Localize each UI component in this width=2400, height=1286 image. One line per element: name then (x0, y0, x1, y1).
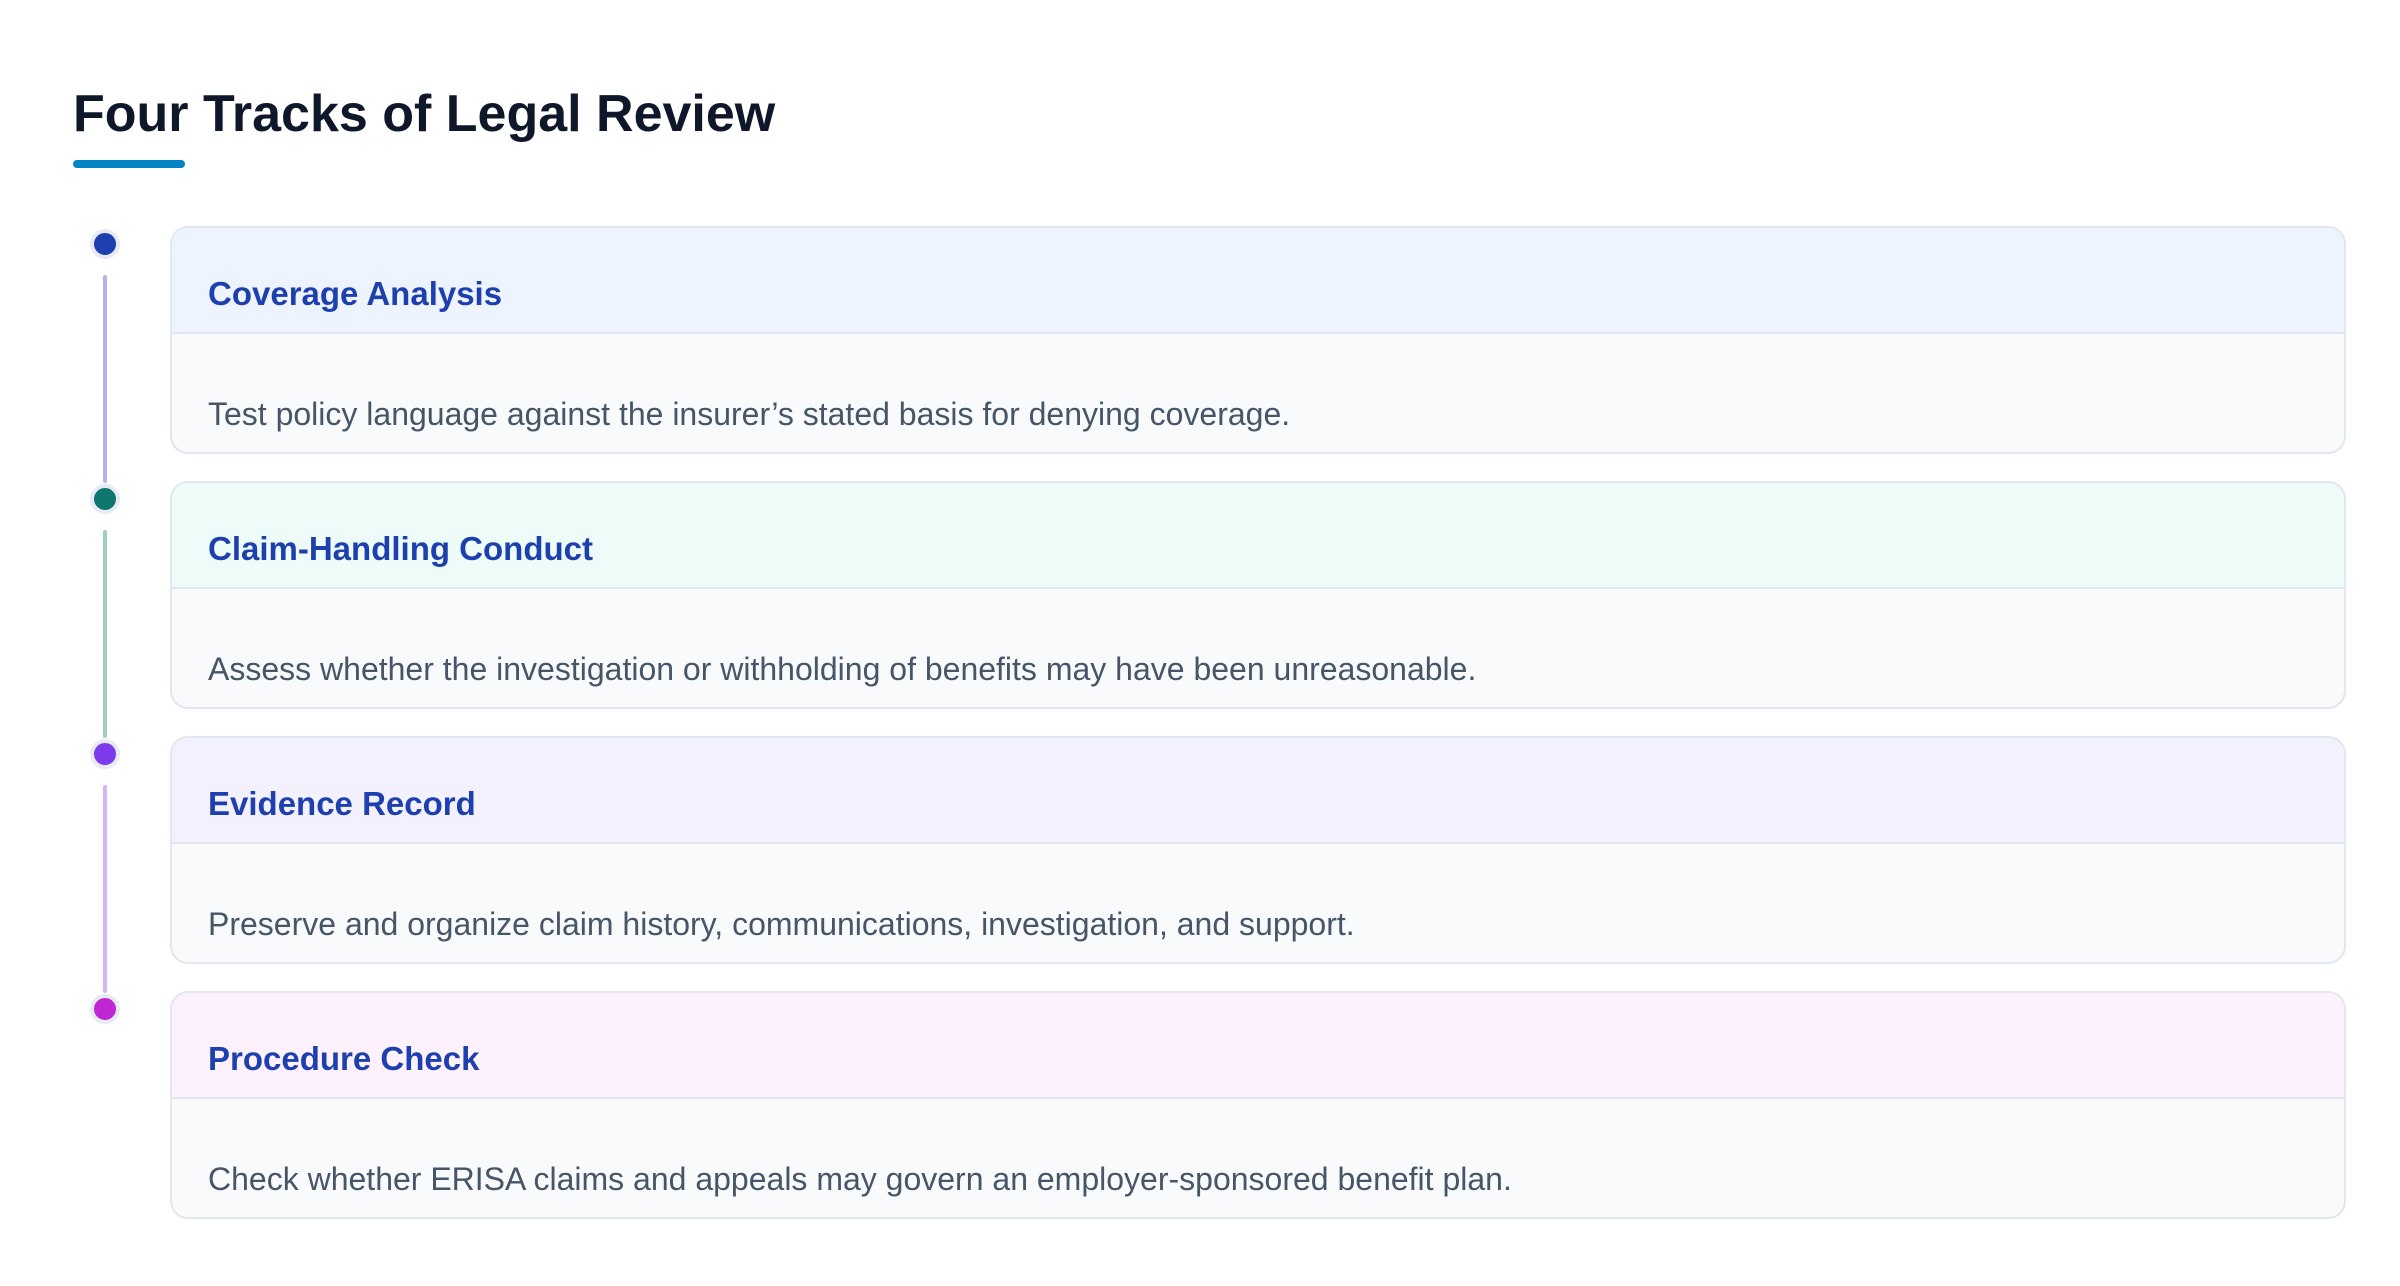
timeline-connector (103, 275, 107, 483)
track-card-evidence-record: Evidence Record Preserve and organize cl… (170, 736, 2346, 964)
timeline-dot-procedure-check (90, 994, 120, 1024)
timeline-connector (103, 530, 107, 738)
track-card-header: Claim-Handling Conduct (172, 483, 2344, 589)
track-card-header: Evidence Record (172, 738, 2344, 844)
track-title: Claim-Handling Conduct (208, 530, 593, 567)
timeline-dot-claim-handling-conduct (90, 484, 120, 514)
timeline-dot-coverage-analysis (90, 229, 120, 259)
track-description: Preserve and organize claim history, com… (208, 906, 1355, 942)
track-card-procedure-check: Procedure Check Check whether ERISA clai… (170, 991, 2346, 1219)
track-card-coverage-analysis: Coverage Analysis Test policy language a… (170, 226, 2346, 454)
track-title: Evidence Record (208, 785, 476, 822)
track-title: Coverage Analysis (208, 275, 503, 312)
track-title: Procedure Check (208, 1040, 480, 1077)
track-description: Check whether ERISA claims and appeals m… (208, 1161, 1512, 1197)
track-card-claim-handling-conduct: Claim-Handling Conduct Assess whether th… (170, 481, 2346, 709)
track-card-header: Coverage Analysis (172, 228, 2344, 334)
timeline-connector (103, 785, 107, 993)
track-description: Assess whether the investigation or with… (208, 651, 1477, 687)
review-timeline: Coverage Analysis Test policy language a… (0, 0, 2400, 1286)
track-card-header: Procedure Check (172, 993, 2344, 1099)
timeline-dot-evidence-record (90, 739, 120, 769)
track-description: Test policy language against the insurer… (208, 396, 1291, 432)
